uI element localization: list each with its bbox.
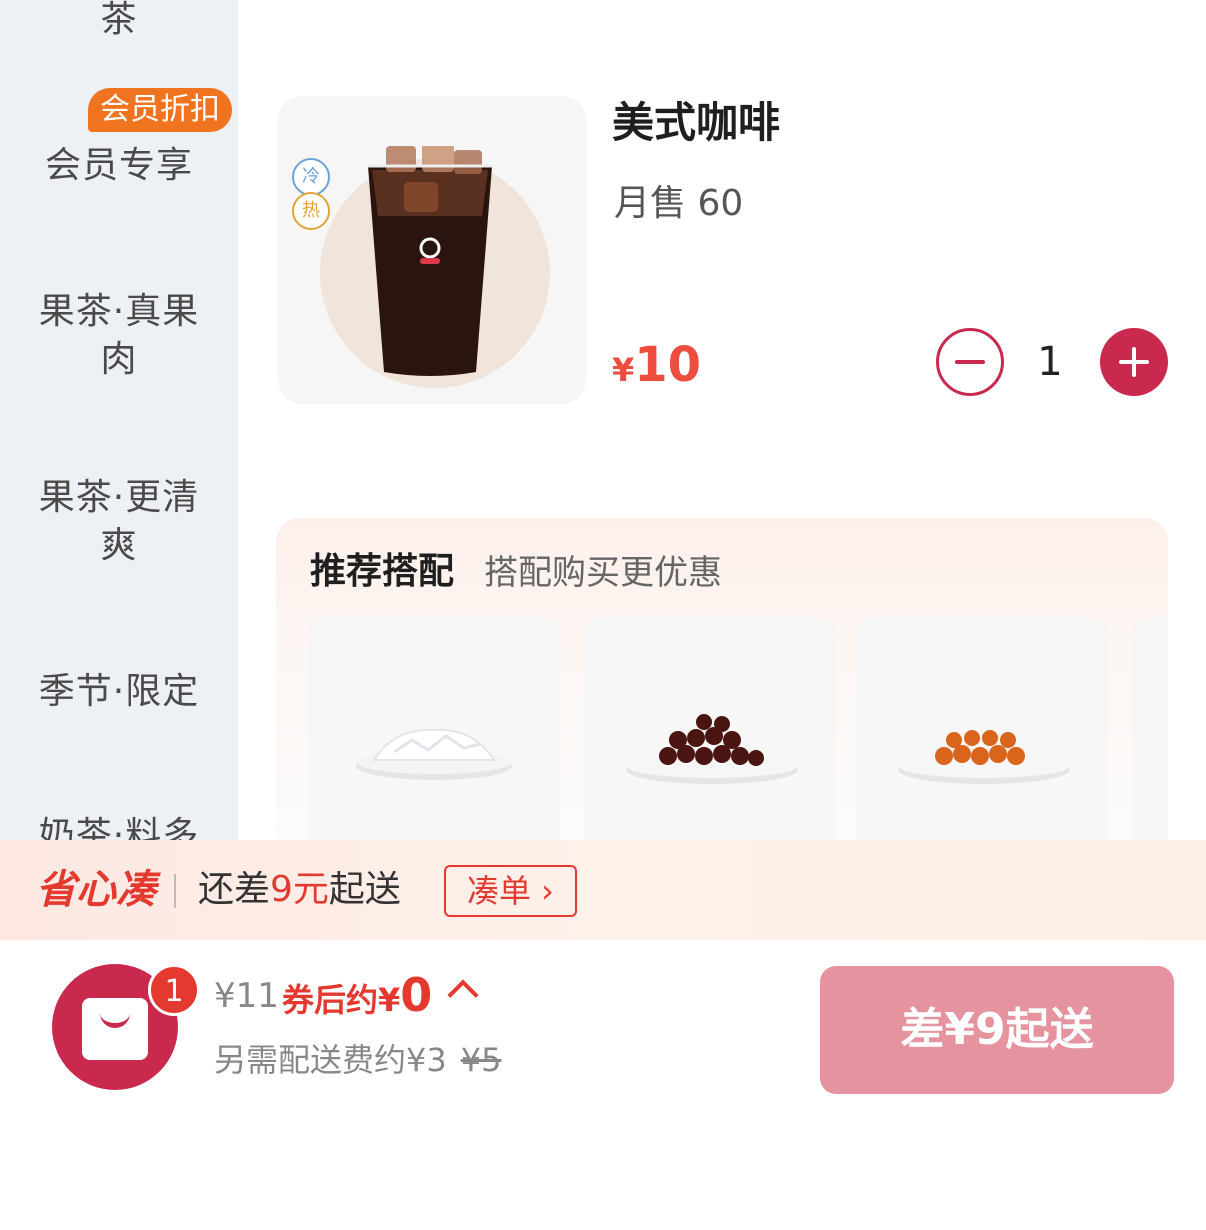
after-coupon-label: 券后约 — [282, 981, 379, 1019]
cold-tag: 冷 — [292, 158, 330, 196]
recommend-panel: 推荐搭配 搭配购买更优惠 — [276, 518, 1168, 858]
checkout-button[interactable]: 差¥9起送 — [820, 966, 1174, 1094]
chevron-up-icon[interactable] — [447, 979, 479, 1011]
add-on-order-button[interactable]: 凑单 › — [444, 865, 577, 917]
hot-tag: 热 — [292, 192, 330, 230]
sidebar-item-member[interactable]: 会员专享 — [0, 142, 238, 190]
cart-count-badge: 1 — [148, 964, 200, 1016]
sidebar-item-seasonal[interactable]: 季节·限定 — [0, 668, 238, 716]
recommend-title: 推荐搭配 — [310, 551, 455, 592]
delivery-fee-text: 另需配送费约¥3 — [214, 1041, 447, 1079]
iced-coffee-cup-image — [368, 146, 492, 376]
decrease-quantity-button[interactable] — [936, 328, 1004, 396]
sidebar-item-tea[interactable]: 茶 — [0, 0, 238, 44]
promo-text-highlight: 9元 — [270, 869, 329, 910]
promo-text-after: 起送 — [328, 869, 401, 910]
sidebar-item-label: 肉 — [100, 339, 138, 380]
category-sidebar: 茶 会员折扣 会员专享 果茶·真果 肉 果茶·更清 爽 季节·限定 奶茶·料多 — [0, 0, 238, 840]
delivery-fee-original: ¥5 — [460, 1041, 502, 1079]
coconut-jelly-plate-image — [356, 728, 512, 780]
cart-total: ¥11 — [214, 976, 279, 1016]
orange-boba-plate-image — [898, 730, 1070, 784]
sidebar-item-milk-tea[interactable]: 奶茶·料多 — [0, 812, 238, 840]
price-value: 10 — [634, 337, 702, 393]
recommend-subtitle: 搭配购买更优惠 — [484, 553, 722, 593]
sidebar-item-fruit-tea-fresh[interactable]: 果茶·更清 爽 — [0, 474, 238, 570]
after-coupon-amount: 0 — [400, 968, 433, 1022]
recommend-item-card[interactable] — [584, 618, 836, 858]
recommend-item-card-partial[interactable] — [1132, 618, 1168, 858]
sidebar-item-label: 会员专享 — [44, 145, 193, 186]
recommend-item-card[interactable] — [308, 618, 560, 858]
product-price: ¥10 — [612, 336, 701, 405]
delivery-fee: 另需配送费约¥3 ¥5 — [214, 1036, 501, 1084]
price-currency: ¥ — [612, 351, 635, 389]
brown-pearls-plate-image — [626, 714, 798, 784]
divider — [174, 874, 176, 908]
cart-bar: 1 ¥11 券后约¥0 另需配送费约¥3 ¥5 差¥9起送 — [0, 940, 1206, 1230]
promo-logo: 省心凑 — [36, 867, 156, 913]
promo-bar: 省心凑 还差9元起送 凑单 › — [0, 840, 1206, 940]
product-name: 美式咖啡 — [612, 98, 781, 147]
sidebar-item-label: 季节·限定 — [38, 671, 200, 712]
sidebar-item-label: 茶 — [100, 0, 138, 40]
quantity-value: 1 — [1037, 339, 1063, 385]
after-coupon-currency: ¥ — [378, 981, 401, 1019]
product-image[interactable]: 冷 热 — [278, 96, 586, 404]
monthly-sales: 月售 60 — [614, 183, 744, 224]
member-discount-badge: 会员折扣 — [88, 88, 232, 132]
sidebar-item-label: 果茶·真果 — [38, 291, 200, 332]
sidebar-item-label: 果茶·更清 — [38, 477, 200, 518]
after-coupon-price: 券后约¥0 — [282, 968, 432, 1033]
sidebar-item-label: 奶茶·料多 — [38, 815, 200, 840]
sidebar-item-label: 爽 — [100, 525, 138, 566]
increase-quantity-button[interactable] — [1100, 328, 1168, 396]
promo-text-before: 还差 — [198, 869, 271, 910]
promo-message: 还差9元起送 — [198, 866, 401, 914]
sidebar-item-fruit-tea-real[interactable]: 果茶·真果 肉 — [0, 288, 238, 384]
recommend-item-card[interactable] — [856, 618, 1108, 858]
